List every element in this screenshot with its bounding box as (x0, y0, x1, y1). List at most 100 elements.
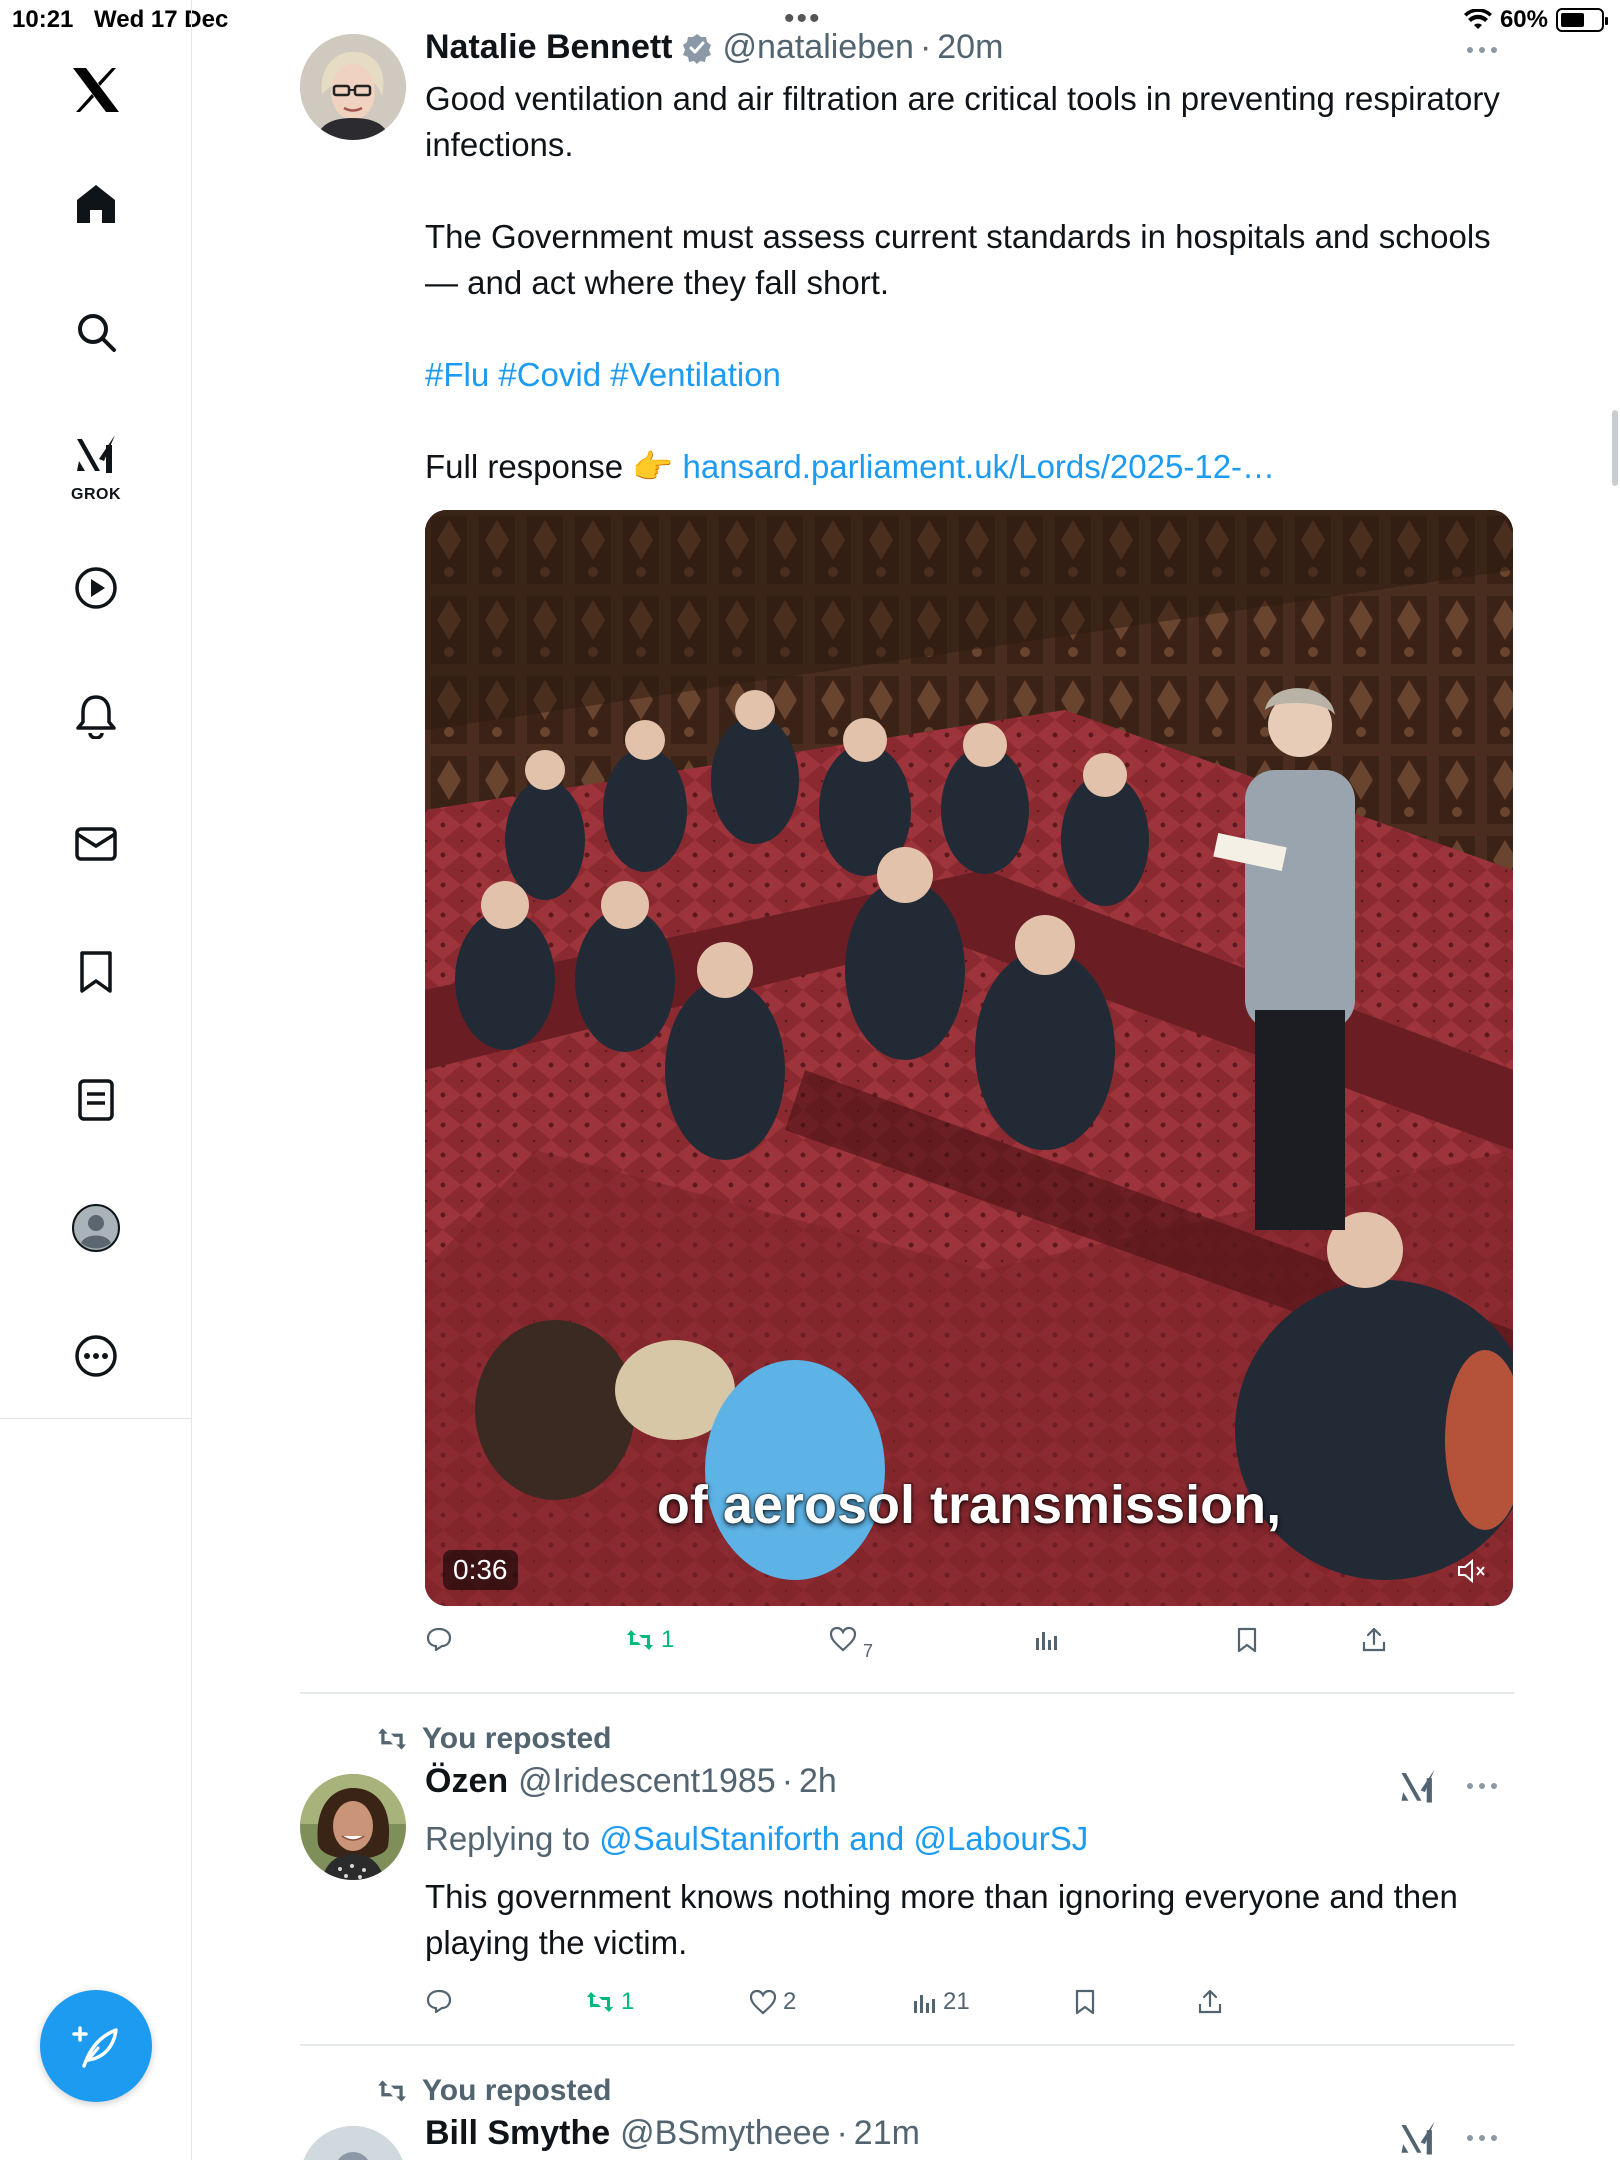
views-button[interactable]: 21 (911, 1988, 970, 2016)
replying-to-label: Replying to (425, 1820, 600, 1857)
heart-icon (829, 1626, 857, 1652)
bookmark-button[interactable] (1073, 1988, 1097, 2016)
reply-button[interactable] (425, 1988, 453, 2014)
tweet-time[interactable]: 21m (854, 2114, 920, 2153)
share-icon (1198, 1989, 1222, 2014)
scrollbar[interactable] (1612, 410, 1618, 486)
lists-icon[interactable] (66, 1070, 126, 1130)
replying-to-users[interactable]: @SaulStaniforth and @LabourSJ (599, 1820, 1088, 1857)
repost-indicator: You reposted (376, 2074, 611, 2108)
more-options-icon[interactable] (66, 1326, 126, 1386)
tweet-header: Bill Smythe @BSmytheee · 21m (425, 2114, 920, 2153)
heart-icon (749, 1989, 777, 2015)
like-count: 7 (863, 1640, 874, 1661)
repost-button[interactable]: 1 (625, 1626, 674, 1654)
repost-label: You reposted (422, 2074, 612, 2107)
avatar[interactable] (300, 2126, 406, 2160)
tweet-divider (300, 2044, 1514, 2046)
tweet-more-icon[interactable] (1464, 1776, 1500, 1796)
tweet-actions: 1 2 21 (425, 1988, 1425, 2028)
video-player[interactable]: of aerosol transmission, 0:36 (425, 510, 1513, 1606)
reply-bubble-icon (426, 1989, 452, 2014)
link-prefix: Full response 👉 (425, 448, 683, 485)
reply-button[interactable] (425, 1626, 453, 1652)
share-icon (1362, 1627, 1386, 1652)
sidebar: GROK (0, 0, 192, 2160)
tweet-paragraph: The Government must assess current stand… (425, 218, 1491, 301)
verified-badge-icon (682, 33, 711, 64)
video-icon[interactable] (66, 558, 126, 618)
mute-speaker-icon[interactable] (1457, 1558, 1487, 1584)
battery-percent: 60% (1499, 6, 1548, 33)
battery-icon (1556, 8, 1608, 32)
wifi-icon (1463, 9, 1492, 29)
tweet-text: Good ventilation and air filtration are … (425, 76, 1505, 490)
video-caption: of aerosol transmission, (656, 1475, 1282, 1535)
author-name[interactable]: Natalie Bennett (425, 28, 673, 67)
author-handle[interactable]: @natalieben (723, 28, 914, 67)
views-chart-icon (1036, 1632, 1057, 1650)
repost-icon (627, 1630, 653, 1650)
grok-explain-icon[interactable] (1398, 1766, 1438, 1806)
bookmark-button[interactable] (1235, 1626, 1259, 1654)
author-name[interactable]: Özen (425, 1762, 508, 1801)
separator-dot: · (781, 1762, 794, 1800)
bookmarks-icon[interactable] (66, 942, 126, 1002)
repost-indicator: You reposted (376, 1722, 611, 1756)
avatar[interactable] (300, 1774, 406, 1880)
share-button[interactable] (1361, 1626, 1387, 1654)
repost-count: 1 (661, 1626, 675, 1653)
bookmark-icon (1237, 1627, 1257, 1653)
x-logo-icon[interactable] (66, 60, 126, 120)
views-button[interactable] (1033, 1626, 1065, 1652)
like-count: 2 (783, 1988, 797, 2015)
grok-icon[interactable]: GROK (66, 424, 126, 503)
like-button[interactable]: 7 (829, 1626, 873, 1661)
replying-to: Replying to @SaulStaniforth and @LabourS… (425, 1820, 1088, 1858)
status-right: 60% (1463, 6, 1608, 34)
repost-icon (378, 2080, 406, 2102)
profile-avatar-icon[interactable] (66, 1198, 126, 1258)
author-handle[interactable]: @BSmytheee (620, 2114, 830, 2153)
link-line: Full response 👉 hansard.parliament.uk/Lo… (425, 444, 1505, 490)
tweet-header: Özen @Iridescent1985 · 2h (425, 1762, 837, 1801)
notifications-bell-icon[interactable] (66, 686, 126, 746)
hashtags[interactable]: #Flu #Covid #Ventilation (425, 352, 1505, 398)
repost-label: You reposted (422, 1722, 612, 1755)
like-button[interactable]: 2 (749, 1988, 796, 2016)
hansard-link[interactable]: hansard.parliament.uk/Lords/2025-12-… (683, 448, 1276, 485)
reply-bubble-icon (426, 1627, 452, 1652)
repost-icon (587, 1992, 613, 2012)
sidebar-divider (0, 1418, 192, 1419)
home-icon[interactable] (66, 174, 126, 234)
tweet-header: Natalie Bennett @natalieben · 20m (425, 28, 1003, 67)
tweet-actions: 1 7 (425, 1626, 1425, 1666)
tweet-paragraph: Good ventilation and air filtration are … (425, 80, 1500, 163)
tweet-more-icon[interactable] (1464, 2128, 1500, 2148)
separator-dot: · (836, 2114, 848, 2152)
search-icon[interactable] (66, 302, 126, 362)
grok-label: GROK (71, 486, 121, 503)
view-count: 21 (943, 1988, 970, 2015)
views-chart-icon (914, 1995, 935, 2013)
tweet-time[interactable]: 2h (799, 1762, 837, 1801)
author-name[interactable]: Bill Smythe (425, 2114, 610, 2153)
tweet-time[interactable]: 20m (937, 28, 1003, 67)
separator-dot: · (919, 28, 932, 66)
messages-envelope-icon[interactable] (66, 814, 126, 874)
author-handle[interactable]: @Iridescent1985 (518, 1762, 776, 1801)
tweet-text: This government knows nothing more than … (425, 1878, 1458, 1961)
tweet-divider (300, 1692, 1514, 1694)
repost-button[interactable]: 1 (585, 1988, 634, 2016)
avatar[interactable] (300, 34, 406, 140)
video-duration: 0:36 (443, 1550, 518, 1590)
bookmark-icon (1075, 1989, 1095, 2015)
tweet-more-icon[interactable] (1464, 40, 1500, 60)
video-frame-image (425, 510, 1513, 1606)
repost-count: 1 (621, 1988, 635, 2015)
grok-explain-icon[interactable] (1398, 2118, 1438, 2158)
compose-post-button[interactable] (40, 1990, 152, 2102)
repost-icon (378, 1728, 406, 1750)
compose-feather-icon (72, 2026, 118, 2068)
share-button[interactable] (1197, 1988, 1223, 2016)
